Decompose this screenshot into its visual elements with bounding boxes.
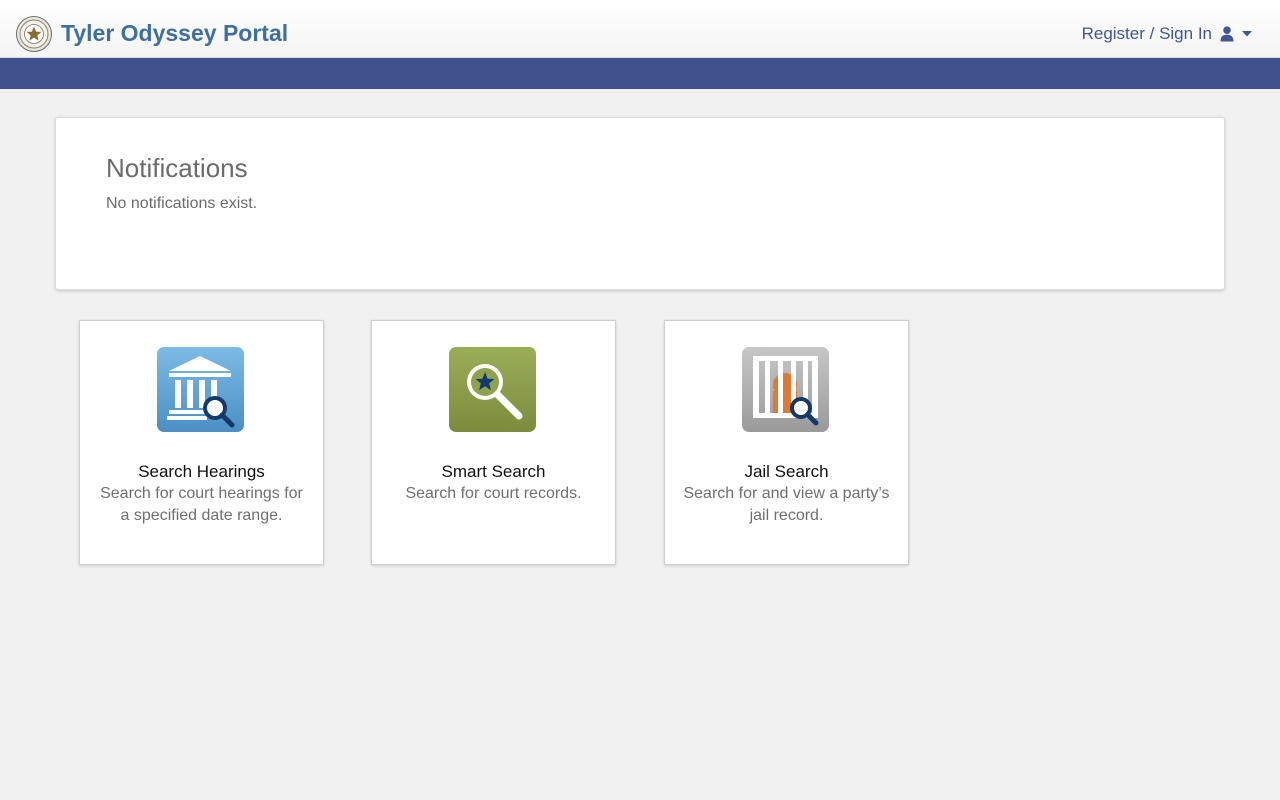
top-header: Tyler Odyssey Portal Register / Sign In xyxy=(0,0,1280,58)
nav-strip xyxy=(0,58,1280,89)
tile-description: Search for court records. xyxy=(405,485,582,502)
tile-title: Search Hearings xyxy=(138,462,265,481)
notifications-message: No notifications exist. xyxy=(106,195,258,212)
magnifier-star-icon xyxy=(449,347,536,432)
search-hearings-tile[interactable]: Search Hearings Search for court hearing… xyxy=(79,320,324,565)
smart-search-tile[interactable]: Smart Search Search for court records. xyxy=(371,320,616,565)
notifications-heading: Notifications xyxy=(106,153,248,183)
jail-search-icon xyxy=(742,347,829,432)
caret-down-icon xyxy=(1242,31,1252,37)
jail-search-tile[interactable]: Jail Search Search for and view a party’… xyxy=(664,320,909,565)
tile-description: Search for court hearings for a specifie… xyxy=(100,485,303,524)
tile-title: Smart Search xyxy=(441,462,546,481)
county-seal-icon xyxy=(16,16,52,52)
tile-description: Search for and view a party’s jail recor… xyxy=(683,485,890,524)
app-title[interactable]: Tyler Odyssey Portal xyxy=(61,19,288,47)
tile-title: Jail Search xyxy=(744,462,829,481)
user-icon xyxy=(1220,26,1234,42)
courthouse-search-icon xyxy=(157,347,244,432)
register-signin-menu[interactable]: Register / Sign In xyxy=(1082,23,1252,45)
signin-label: Register / Sign In xyxy=(1081,24,1212,43)
notifications-panel: Notifications No notifications exist. xyxy=(55,117,1225,290)
